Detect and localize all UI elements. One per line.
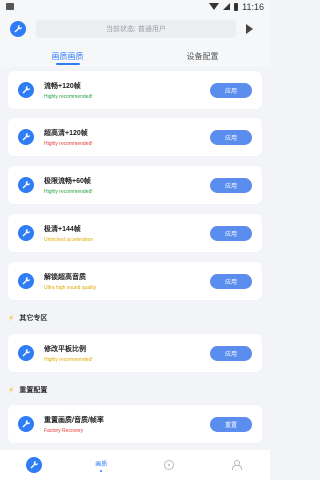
clock: 11:16 <box>242 1 264 12</box>
card-ultra-hd-120: 超高清+120帧 Highly recommended! 应用 <box>8 118 262 156</box>
play-icon[interactable] <box>246 24 253 34</box>
tab-graphics-label: 画质画质 <box>51 51 84 61</box>
card-title: 流畅+120帧 <box>44 82 81 90</box>
person-icon <box>231 460 243 470</box>
section-reset-header: ⚡ 重置配置 <box>8 383 47 397</box>
wifi-icon <box>209 3 220 10</box>
dot-icon <box>100 469 103 472</box>
apply-button[interactable]: 应用 <box>210 82 252 98</box>
apply-button[interactable]: 应用 <box>210 345 252 361</box>
reset-button[interactable]: 重置 <box>210 416 252 432</box>
apply-button[interactable]: 应用 <box>210 273 252 289</box>
wrench-icon[interactable] <box>10 21 26 37</box>
card-subtitle: Unlocked acceleration <box>44 236 94 243</box>
apply-button[interactable]: 应用 <box>210 225 252 241</box>
card-subtitle: Ultra high sound quality <box>44 284 97 291</box>
card-title: 超高清+120帧 <box>44 129 88 137</box>
nav-tools[interactable] <box>14 451 54 479</box>
card-title: 极清+144帧 <box>44 225 81 233</box>
card-subtitle: Highly recommended! <box>44 93 93 100</box>
apply-button[interactable]: 应用 <box>210 177 252 193</box>
card-title: 极限流畅+60帧 <box>44 177 91 185</box>
wrench-icon <box>18 129 34 145</box>
wrench-icon <box>18 273 34 289</box>
tab-underline <box>55 63 80 65</box>
nav-graphics[interactable]: 画质 <box>81 451 121 479</box>
tab-graphics[interactable]: 画质画质 <box>0 45 135 67</box>
nav-graphics-label: 画质 <box>95 461 108 468</box>
card-title: 解锁超高音质 <box>44 273 86 281</box>
card-subtitle: Highly recommended! <box>44 188 93 195</box>
wrench-icon <box>18 345 34 361</box>
lightning-icon: ⚡ <box>8 384 15 395</box>
notification-icon <box>6 3 14 10</box>
wrench-icon <box>18 225 34 241</box>
status-icons: 11:16 <box>209 2 264 12</box>
card-ultra-clear-144: 极清+144帧 Unlocked acceleration 应用 <box>8 214 262 252</box>
card-ultra-sound: 解锁超高音质 Ultra high sound quality 应用 <box>8 262 262 300</box>
status-bar: 11:16 <box>0 0 270 13</box>
section-title: 重置配置 <box>19 387 48 394</box>
nav-profile[interactable] <box>216 451 256 479</box>
card-subtitle: Factory Recovery <box>44 427 84 434</box>
card-tablet-ratio: 修改平板比例 Highly recommended! 应用 <box>8 334 262 372</box>
nav-discover[interactable] <box>149 451 189 479</box>
tab-bar: 画质画质 设备配置 <box>0 45 270 67</box>
card-title: 重置画质/音质/帧率 <box>44 416 104 424</box>
section-title: 其它专区 <box>19 315 48 322</box>
section-other-header: ⚡ 其它专区 <box>8 311 47 325</box>
signal-icon <box>223 3 231 10</box>
card-subtitle: Highly recommended! <box>44 140 93 147</box>
card-title: 修改平板比例 <box>44 345 86 353</box>
tab-device-config[interactable]: 设备配置 <box>135 45 270 67</box>
apply-button[interactable]: 应用 <box>210 129 252 145</box>
card-subtitle: Highly recommended! <box>44 356 93 363</box>
tab-device-config-label: 设备配置 <box>186 51 219 61</box>
wrench-icon <box>18 177 34 193</box>
card-smooth-120: 流畅+120帧 Highly recommended! 应用 <box>8 71 262 109</box>
compass-icon <box>163 460 174 470</box>
wrench-icon <box>18 416 34 432</box>
battery-icon <box>234 2 239 11</box>
lightning-icon: ⚡ <box>8 312 15 323</box>
card-extreme-smooth-60: 极限流畅+60帧 Highly recommended! 应用 <box>8 166 262 204</box>
top-bar: 当前状态: 普通用户 <box>0 13 270 45</box>
tool-icon <box>25 457 42 473</box>
status-pill: 当前状态: 普通用户 <box>36 20 236 38</box>
card-reset: 重置画质/音质/帧率 Factory Recovery 重置 <box>8 405 262 443</box>
bottom-nav: 画质 <box>0 450 270 480</box>
wrench-icon <box>18 82 34 98</box>
